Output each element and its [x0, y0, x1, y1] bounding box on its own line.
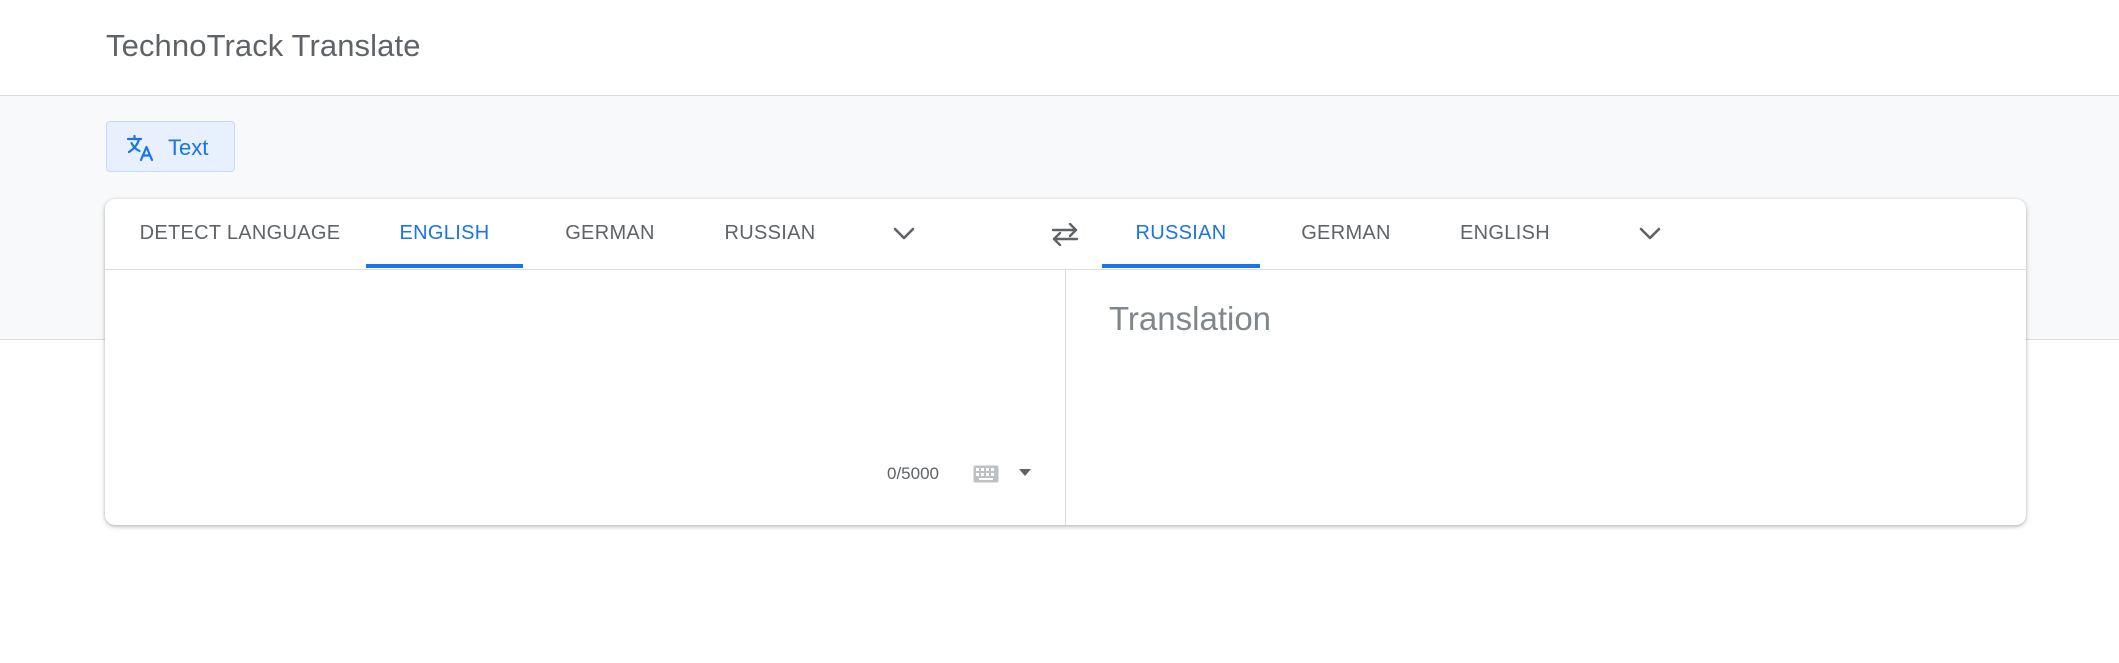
app-header: TechnoTrack Translate [0, 0, 2119, 96]
keyboard-icon[interactable] [973, 465, 999, 483]
tab-label: ENGLISH [399, 222, 490, 244]
target-tab-russian[interactable]: RUSSIAN [1102, 199, 1260, 268]
caret-down-icon[interactable] [1019, 469, 1031, 477]
source-text-input[interactable] [135, 298, 1039, 462]
swap-languages-button[interactable] [1045, 214, 1085, 254]
target-more-languages-button[interactable] [1633, 217, 1667, 251]
target-tab-german[interactable]: GERMAN [1281, 199, 1411, 268]
character-count: 0/5000 [887, 464, 939, 483]
chevron-down-icon [893, 227, 915, 240]
tab-label: RUSSIAN [724, 222, 816, 244]
translate-card: DETECT LANGUAGE ENGLISH GERMAN RUSSIAN R… [105, 199, 2026, 525]
tab-label: DETECT LANGUAGE [139, 222, 341, 244]
target-tab-english[interactable]: ENGLISH [1439, 199, 1571, 268]
text-mode-button[interactable]: Text [106, 121, 235, 172]
translate-icon [126, 134, 154, 162]
source-tab-russian[interactable]: RUSSIAN [703, 199, 837, 268]
source-tab-english[interactable]: ENGLISH [366, 199, 523, 268]
tab-label: GERMAN [565, 222, 655, 244]
tab-label: GERMAN [1301, 222, 1391, 244]
language-bar: DETECT LANGUAGE ENGLISH GERMAN RUSSIAN R… [105, 199, 2026, 270]
tab-label: ENGLISH [1460, 222, 1550, 244]
source-tab-german[interactable]: GERMAN [545, 199, 675, 268]
target-panel: Translation [1066, 270, 2026, 525]
tab-label: RUSSIAN [1135, 222, 1227, 244]
source-more-languages-button[interactable] [887, 217, 921, 251]
app-title: TechnoTrack Translate [106, 28, 421, 63]
source-panel: 0/5000 [105, 270, 1065, 525]
swap-arrows-icon [1051, 222, 1079, 246]
translation-output: Translation [1109, 300, 1272, 337]
source-tab-detect-language[interactable]: DETECT LANGUAGE [135, 199, 345, 268]
chevron-down-icon [1639, 227, 1661, 240]
text-mode-label: Text [168, 135, 209, 160]
